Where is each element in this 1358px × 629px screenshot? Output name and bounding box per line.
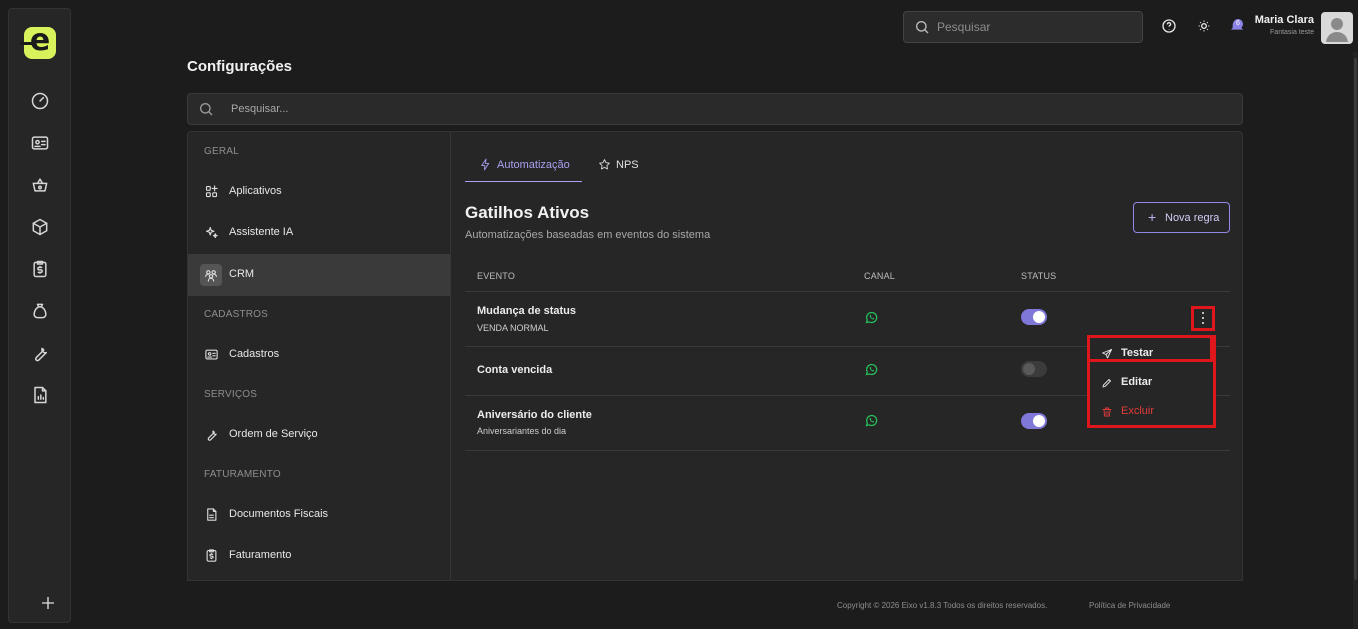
column-header-evento: EVENTO [477, 271, 516, 281]
users-icon [200, 264, 222, 286]
footer-privacy-link[interactable]: Política de Privacidade [1089, 601, 1170, 610]
whatsapp-icon [864, 310, 879, 325]
nav-section-faturamento: FATURAMENTO [204, 469, 281, 480]
nav-section-cadastros: CADASTROS [204, 309, 269, 320]
row-detail: Aniversariantes do dia [477, 426, 567, 436]
kebab-icon [1202, 312, 1205, 325]
nav-item-crm[interactable]: CRM [188, 254, 450, 296]
section-subtitle: Automatizações baseadas em eventos do si… [465, 229, 711, 241]
new-rule-label: Nova regra [1165, 212, 1220, 224]
nav-item-ordem-de-servico[interactable]: Ordem de Serviço [188, 414, 450, 456]
toggle-knob [1033, 311, 1045, 323]
global-search[interactable] [903, 11, 1143, 43]
page-title: Configurações [187, 58, 293, 75]
nav-item-label: Documentos Fiscais [229, 508, 329, 520]
row-event: Mudança de status [477, 305, 577, 317]
nav-item-label: Assistente IA [229, 226, 294, 238]
nav-item-label: Ordem de Serviço [229, 428, 318, 440]
tab-label: NPS [616, 159, 639, 171]
search-icon [200, 103, 213, 116]
nav-item-label: Faturamento [229, 549, 292, 561]
id-card-icon [204, 347, 219, 362]
basket-icon[interactable] [30, 175, 50, 195]
document-icon [204, 507, 219, 522]
whatsapp-icon [864, 362, 879, 377]
nav-item-label: Cadastros [229, 348, 280, 360]
sparkles-icon [204, 225, 219, 240]
nav-item-cadastros[interactable]: Cadastros [188, 334, 450, 376]
settings-nav: GERAL Aplicativos Assistente IA CRM CADA… [188, 132, 451, 580]
wrench-icon[interactable] [30, 343, 50, 363]
footer-copyright: Copyright © 2026 Eixo v1.8.3 Todos os di… [837, 601, 1048, 610]
divider [465, 291, 1230, 292]
id-card-icon[interactable] [30, 133, 50, 153]
nav-section-servicos: SERVIÇOS [204, 389, 258, 400]
nav-section-geral: GERAL [204, 146, 239, 157]
global-search-input[interactable] [937, 12, 1137, 42]
column-header-status: STATUS [1021, 271, 1057, 281]
row-event: Aniversário do cliente [477, 409, 592, 421]
status-toggle[interactable] [1021, 361, 1047, 377]
user-name: Maria Clara [1254, 14, 1314, 26]
plus-icon: + [1148, 209, 1157, 225]
notification-badge: 6 [1233, 19, 1243, 29]
status-toggle[interactable] [1021, 309, 1047, 325]
nav-item-documentos-fiscais[interactable]: Documentos Fiscais [188, 494, 450, 536]
row-actions-button[interactable] [1191, 306, 1215, 331]
lightning-icon [479, 158, 492, 171]
money-bag-icon[interactable] [30, 301, 50, 321]
wrench-icon [204, 427, 219, 442]
avatar[interactable] [1321, 12, 1353, 44]
toggle-knob [1033, 415, 1045, 427]
settings-search-input[interactable] [231, 94, 1131, 124]
receipt-icon[interactable] [30, 259, 50, 279]
section-title: Gatilhos Ativos [465, 203, 590, 222]
help-icon[interactable] [1161, 18, 1177, 34]
menu-item-label: Excluir [1121, 405, 1155, 417]
app-logo[interactable]: e [20, 26, 56, 59]
menu-item-testar-highlight [1087, 335, 1213, 362]
user-company: Fantasia teste [1270, 29, 1314, 36]
trash-icon [1101, 406, 1113, 418]
search-icon [916, 21, 929, 34]
tab-label: Automatização [497, 159, 570, 171]
pencil-icon [1101, 377, 1113, 389]
whatsapp-icon [864, 413, 879, 428]
nav-item-faturamento[interactable]: Faturamento [188, 535, 450, 577]
nav-item-label: Aplicativos [229, 185, 282, 197]
receipt-icon [204, 548, 219, 563]
toggle-knob [1023, 363, 1035, 375]
row-event: Conta vencida [477, 364, 553, 376]
nav-item-assistente-ia[interactable]: Assistente IA [188, 212, 450, 254]
tab-automatizacao[interactable]: Automatização [465, 150, 582, 182]
box-icon[interactable] [30, 217, 50, 237]
settings-search[interactable] [187, 93, 1243, 125]
new-rule-button[interactable]: + Nova regra [1133, 202, 1230, 233]
tab-nps[interactable]: NPS [598, 150, 658, 182]
row-detail: VENDA NORMAL [477, 323, 549, 333]
plus-icon[interactable] [39, 594, 57, 612]
settings-panel: GERAL Aplicativos Assistente IA CRM CADA… [187, 131, 1243, 581]
divider [465, 450, 1230, 451]
side-rail: e [8, 8, 71, 623]
page-scrollbar-thumb[interactable] [1354, 58, 1357, 580]
apps-icon [204, 184, 219, 199]
nav-item-aplicativos[interactable]: Aplicativos [188, 171, 450, 213]
nav-item-label: CRM [229, 268, 255, 280]
report-icon[interactable] [30, 385, 50, 405]
theme-toggle-sun-icon[interactable] [1196, 18, 1212, 34]
status-toggle[interactable] [1021, 413, 1047, 429]
star-icon [598, 158, 611, 171]
dashboard-icon[interactable] [30, 91, 50, 111]
menu-item-label: Editar [1121, 376, 1153, 388]
column-header-canal: CANAL [864, 271, 896, 281]
